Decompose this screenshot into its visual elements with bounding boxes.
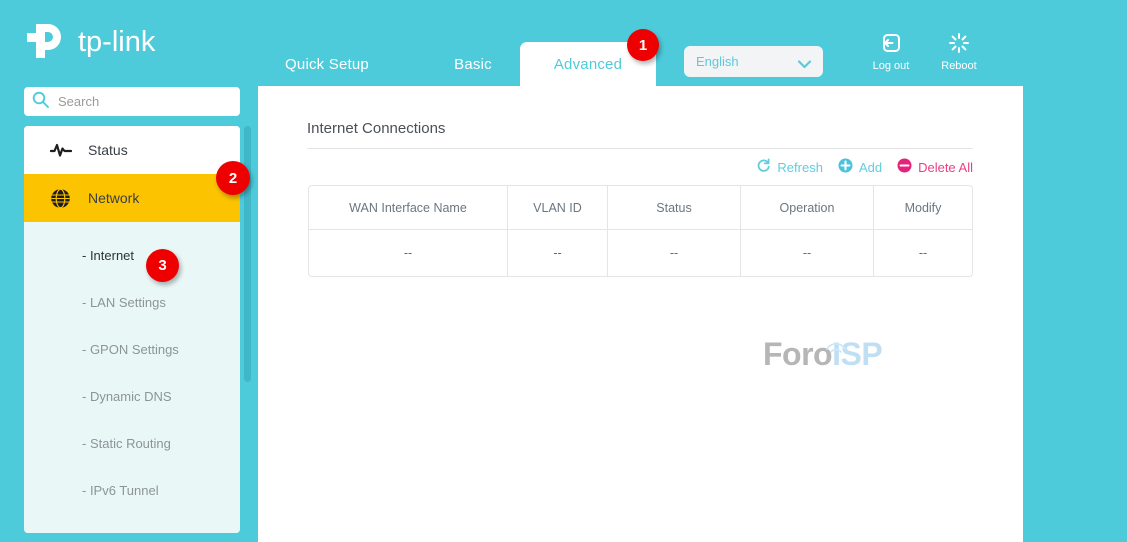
logout-label: Log out [873, 60, 910, 72]
logout-icon [880, 32, 902, 57]
tab-basic[interactable]: Basic [418, 42, 528, 86]
content-panel: Internet Connections Refresh Add [258, 86, 1023, 542]
cell-operation: -- [741, 230, 874, 277]
step-badge-3-number: 3 [158, 257, 166, 274]
tab-advanced-label: Advanced [554, 56, 622, 73]
minus-circle-icon [897, 158, 912, 176]
sidebar-menu: Status Network - Internet - LAN Settings [24, 126, 240, 533]
sidebar-subitem-ipv6-tunnel-label: - IPv6 Tunnel [82, 483, 159, 498]
search-icon [32, 91, 49, 113]
plus-circle-icon [838, 158, 853, 176]
column-header-modify: Modify [874, 185, 973, 230]
cell-modify: -- [874, 230, 973, 277]
sidebar-item-network-label: Network [88, 190, 139, 206]
globe-icon [50, 188, 80, 209]
language-selector[interactable]: English [684, 46, 823, 77]
cell-vlan-id: -- [508, 230, 608, 277]
step-badge-2: 2 [216, 161, 250, 195]
foroisp-watermark: ForoISP [763, 336, 882, 373]
table-row: -- -- -- -- -- [308, 230, 973, 277]
step-badge-2-number: 2 [229, 170, 237, 187]
search-box[interactable] [24, 87, 240, 116]
reboot-button[interactable]: Reboot [927, 32, 991, 72]
sidebar-subitem-lan-settings[interactable]: - LAN Settings [24, 279, 240, 326]
language-select[interactable]: English [684, 46, 823, 77]
watermark-foro: Foro [763, 336, 832, 372]
refresh-label: Refresh [777, 160, 823, 175]
delete-all-button[interactable]: Delete All [897, 158, 973, 176]
column-header-wan-interface-name: WAN Interface Name [308, 185, 508, 230]
sidebar-subitem-internet-label: - Internet [82, 248, 134, 263]
wifi-arc-icon [823, 324, 849, 361]
table-header-row: WAN Interface Name VLAN ID Status Operat… [308, 185, 973, 230]
internet-connections-table: WAN Interface Name VLAN ID Status Operat… [308, 185, 973, 277]
add-label: Add [859, 160, 882, 175]
pulse-icon [50, 142, 80, 158]
column-header-vlan-id: VLAN ID [508, 185, 608, 230]
sidebar-subitem-internet[interactable]: - Internet [24, 232, 240, 279]
title-divider [307, 148, 973, 149]
sidebar-item-status-label: Status [88, 142, 128, 158]
refresh-button[interactable]: Refresh [756, 158, 823, 176]
search-input[interactable] [49, 94, 240, 109]
delete-all-label: Delete All [918, 160, 973, 175]
top-navigation: Quick Setup Basic Advanced English Log o… [258, 0, 1127, 86]
sidebar-subitem-dynamic-dns[interactable]: - Dynamic DNS [24, 373, 240, 420]
watermark-isp: ISP [832, 336, 882, 372]
sidebar-subitem-gpon-settings-label: - GPON Settings [82, 342, 179, 357]
tab-basic-label: Basic [454, 56, 492, 73]
table-actions: Refresh Add Delete All [756, 158, 973, 176]
cell-wan-interface-name: -- [308, 230, 508, 277]
logout-button[interactable]: Log out [859, 32, 923, 72]
sidebar-subitem-gpon-settings[interactable]: - GPON Settings [24, 326, 240, 373]
cell-status: -- [608, 230, 741, 277]
sidebar-subitem-static-routing-label: - Static Routing [82, 436, 171, 451]
sidebar-submenu: - Internet - LAN Settings - GPON Setting… [24, 222, 240, 533]
step-badge-3: 3 [146, 249, 179, 282]
sidebar-subitem-static-routing[interactable]: - Static Routing [24, 420, 240, 467]
sidebar-subitem-dynamic-dns-label: - Dynamic DNS [82, 389, 172, 404]
sidebar-item-network[interactable]: Network [24, 174, 240, 222]
tab-quick-setup-label: Quick Setup [285, 56, 369, 73]
column-header-status: Status [608, 185, 741, 230]
sidebar-subitem-lan-settings-label: - LAN Settings [82, 295, 166, 310]
step-badge-1: 1 [627, 29, 659, 61]
sidebar-scrollbar-thumb[interactable] [244, 126, 251, 382]
reboot-icon [948, 32, 970, 57]
sidebar-subitem-ipv6-tunnel[interactable]: - IPv6 Tunnel [24, 467, 240, 514]
add-button[interactable]: Add [838, 158, 882, 176]
column-header-operation: Operation [741, 185, 874, 230]
tab-quick-setup[interactable]: Quick Setup [262, 42, 392, 86]
sidebar-item-status[interactable]: Status [24, 126, 240, 174]
step-badge-1-number: 1 [639, 37, 647, 54]
refresh-icon [756, 158, 771, 176]
page-title: Internet Connections [307, 120, 445, 137]
sidebar: Status Network - Internet - LAN Settings [0, 0, 258, 542]
reboot-label: Reboot [941, 60, 976, 72]
